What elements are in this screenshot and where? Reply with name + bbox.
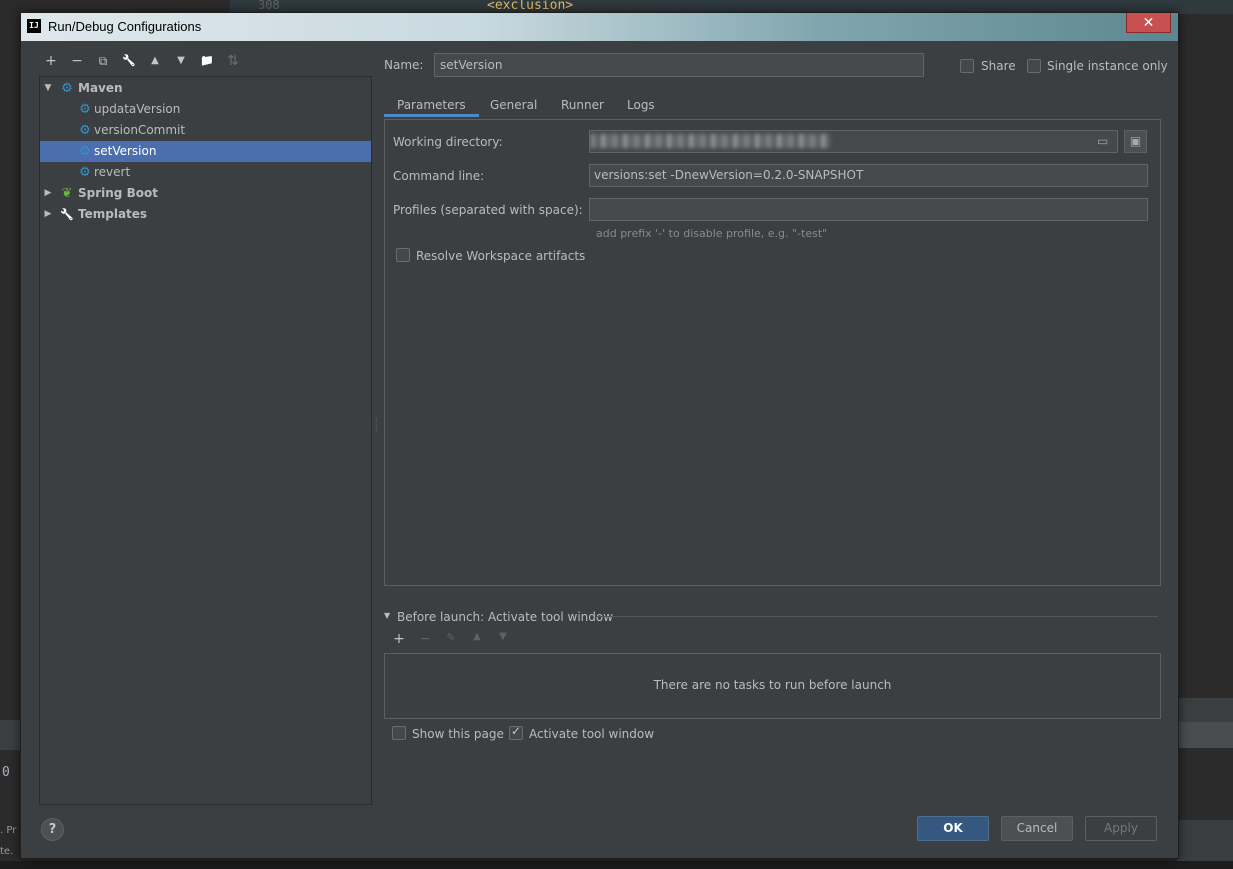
remove-task-icon: −	[419, 631, 431, 647]
editor-right-strip-1	[1177, 698, 1233, 722]
single-instance-checkbox[interactable]	[1027, 59, 1041, 73]
tree-label: revert	[94, 165, 131, 179]
splitter-handle[interactable]: · · · · ·	[375, 416, 379, 436]
help-button[interactable]: ?	[41, 818, 64, 841]
share-checkbox[interactable]	[960, 59, 974, 73]
add-task-icon[interactable]: +	[389, 631, 409, 647]
maven-gear-icon: ⚙	[61, 81, 73, 96]
browse-macro-button[interactable]: ▣	[1124, 130, 1147, 153]
move-up-icon[interactable]: ▲	[145, 51, 165, 71]
editor-left-text-2: te.	[0, 846, 14, 857]
activate-tool-window-checkbox[interactable]	[509, 724, 523, 740]
command-line-input[interactable]: versions:set -DnewVersion=0.2.0-SNAPSHOT	[589, 164, 1148, 187]
cancel-button[interactable]: Cancel	[1001, 816, 1073, 841]
editor-gutter-strip	[0, 720, 20, 750]
dialog-title: Run/Debug Configurations	[48, 19, 202, 34]
show-page-label: Show this page	[412, 727, 504, 741]
working-directory-input[interactable]: ▭	[589, 130, 1118, 153]
move-down-icon[interactable]: ▼	[171, 51, 191, 71]
maven-gear-icon: ⚙	[79, 165, 91, 180]
profiles-label: Profiles (separated with space):	[393, 203, 583, 217]
profiles-input[interactable]	[589, 198, 1148, 221]
add-icon[interactable]: +	[41, 51, 61, 71]
editor-bottom-right-strip	[1177, 820, 1233, 861]
expand-arrow-icon[interactable]: ▼	[43, 78, 53, 99]
section-divider	[596, 616, 1158, 617]
empty-tasks-text: There are no tasks to run before launch	[653, 678, 892, 692]
name-label: Name:	[384, 58, 424, 72]
tree-label: versionCommit	[94, 123, 186, 137]
edit-task-icon: ✎	[446, 631, 456, 644]
configuration-tree[interactable]: ▼ ⚙ Maven ⚙ updataVersion ⚙ versionCommi…	[39, 76, 372, 805]
tree-label: updataVersion	[94, 102, 181, 116]
tree-item-templates[interactable]: ▶ 🔧 Templates	[40, 204, 371, 225]
tree-label: Maven	[78, 81, 123, 95]
tree-item-revert[interactable]: ⚙ revert	[40, 162, 371, 183]
single-instance-label: Single instance only	[1047, 59, 1168, 73]
intellij-app-icon: IJ	[27, 19, 41, 33]
editor-right-strip-2	[1177, 722, 1233, 748]
tree-item-maven[interactable]: ▼ ⚙ Maven	[40, 78, 371, 99]
move-up-task-icon: ▲	[473, 631, 481, 642]
editor-left-digit: 0	[2, 765, 10, 780]
wrench-icon[interactable]: 🔧	[119, 51, 139, 71]
ok-button[interactable]: OK	[917, 816, 989, 841]
spring-boot-icon: ❦	[61, 186, 73, 201]
maven-gear-icon: ⚙	[79, 144, 91, 159]
dialog-titlebar[interactable]: IJ Run/Debug Configurations ✕	[21, 13, 1178, 41]
editor-left-text-1: . Pr	[0, 825, 17, 836]
working-directory-label: Working directory:	[393, 135, 503, 149]
resolve-workspace-checkbox[interactable]	[396, 248, 410, 262]
profiles-hint: add prefix '-' to disable profile, e.g. …	[596, 227, 828, 240]
new-folder-icon[interactable]: 📁	[197, 51, 217, 71]
tree-label: Spring Boot	[78, 186, 158, 200]
name-input[interactable]: setVersion	[434, 53, 924, 77]
tree-label: setVersion	[94, 144, 157, 158]
before-launch-task-list[interactable]: There are no tasks to run before launch	[384, 653, 1161, 719]
tree-item-spring-boot[interactable]: ▶ ❦ Spring Boot	[40, 183, 371, 204]
taskbar	[0, 861, 1233, 869]
maven-gear-icon: ⚙	[79, 102, 91, 117]
share-label: Share	[981, 59, 1016, 73]
tab-logs[interactable]: Logs	[614, 93, 668, 117]
resolve-workspace-label: Resolve Workspace artifacts	[416, 249, 586, 263]
before-launch-title[interactable]: Before launch: Activate tool window	[397, 610, 613, 624]
folder-icon[interactable]: ▭	[1097, 131, 1108, 152]
show-page-checkbox[interactable]	[392, 726, 406, 740]
tab-parameters[interactable]: Parameters	[384, 93, 479, 117]
copy-icon[interactable]: ⧉	[93, 51, 113, 71]
collapse-arrow-icon[interactable]: ▶	[43, 204, 53, 225]
activate-tool-window-label: Activate tool window	[529, 727, 655, 741]
parameters-panel: Working directory: ▭ ▣ Command line: ver…	[384, 119, 1161, 586]
collapse-arrow-icon[interactable]: ▼	[384, 611, 390, 620]
tab-general[interactable]: General	[477, 93, 550, 117]
wrench-icon: 🔧	[60, 208, 74, 221]
tree-item-versioncommit[interactable]: ⚙ versionCommit	[40, 120, 371, 141]
maven-gear-icon: ⚙	[79, 123, 91, 138]
tree-item-setversion[interactable]: ⚙ setVersion	[40, 141, 371, 162]
collapse-arrow-icon[interactable]: ▶	[43, 183, 53, 204]
tab-runner[interactable]: Runner	[548, 93, 617, 117]
command-line-label: Command line:	[393, 169, 485, 183]
tree-item-updataversion[interactable]: ⚙ updataVersion	[40, 99, 371, 120]
close-button[interactable]: ✕	[1126, 13, 1171, 33]
tree-label: Templates	[78, 207, 148, 221]
run-debug-dialog: IJ Run/Debug Configurations ✕ + − ⧉ 🔧 ▲ …	[20, 12, 1179, 859]
redacted-path	[590, 134, 830, 148]
move-down-task-icon: ▼	[499, 631, 507, 642]
sort-icon: ⇅	[227, 53, 239, 69]
editor-line-number: 308	[258, 0, 280, 12]
apply-button: Apply	[1085, 816, 1157, 841]
remove-icon[interactable]: −	[67, 51, 87, 71]
